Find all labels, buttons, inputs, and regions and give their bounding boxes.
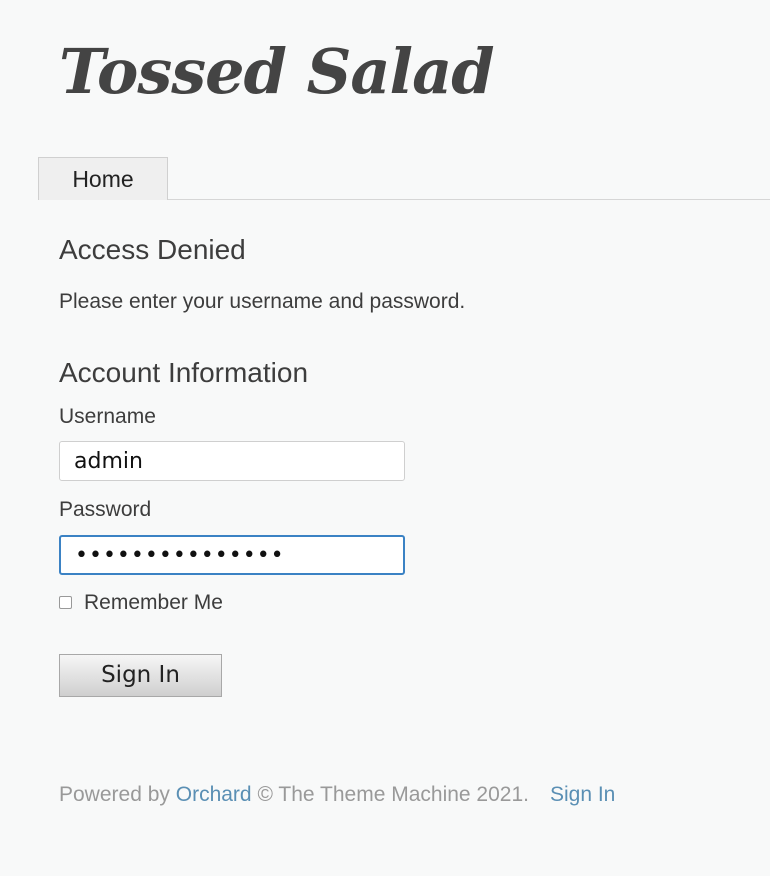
password-field[interactable] bbox=[59, 535, 405, 575]
access-denied-message: Please enter your username and password. bbox=[59, 290, 466, 313]
page: Tossed Salad Home Access Denied Please e… bbox=[0, 0, 770, 876]
footer-sign-in-link[interactable]: Sign In bbox=[550, 783, 615, 806]
sign-in-button[interactable]: Sign In bbox=[59, 654, 222, 697]
password-label: Password bbox=[59, 498, 152, 521]
footer-orchard-link[interactable]: Orchard bbox=[176, 783, 252, 806]
account-information-heading: Account Information bbox=[59, 357, 309, 388]
username-field[interactable] bbox=[59, 441, 405, 481]
remember-me-label[interactable]: Remember Me bbox=[84, 591, 223, 615]
footer-copyright: © The Theme Machine 2021. bbox=[257, 783, 529, 806]
remember-me-checkbox[interactable] bbox=[59, 596, 72, 609]
footer: Powered by Orchard © The Theme Machine 2… bbox=[59, 783, 615, 807]
site-title: Tossed Salad bbox=[59, 35, 495, 108]
nav-tab-home[interactable]: Home bbox=[38, 157, 168, 200]
footer-powered-by: Powered by bbox=[59, 783, 170, 806]
username-label: Username bbox=[59, 405, 156, 428]
access-denied-heading: Access Denied bbox=[59, 234, 246, 265]
